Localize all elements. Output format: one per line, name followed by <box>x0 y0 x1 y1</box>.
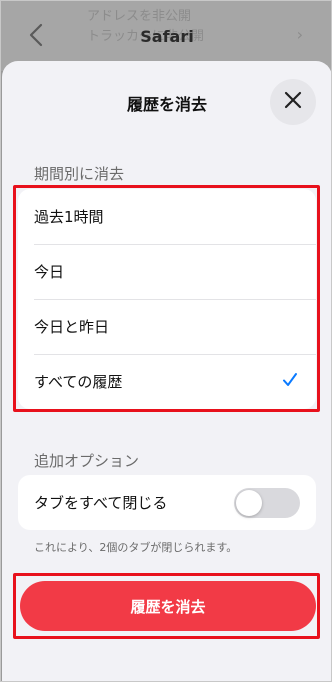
period-options-list: 過去1時間 今日 今日と昨日 すべての履歴 <box>18 189 316 409</box>
close-tabs-toggle[interactable] <box>234 488 300 518</box>
option-label: 今日と昨日 <box>34 318 110 336</box>
background-page-title: Safari <box>140 27 194 46</box>
close-button[interactable] <box>270 79 316 125</box>
options-section-label: 追加オプション <box>34 452 140 470</box>
checkmark-icon <box>282 372 298 392</box>
screen: アドレスを非公開 トラッカーに非公開 Safari › 履歴を消去 期間別に消去… <box>0 0 332 682</box>
close-tabs-label: タブをすべて閉じる <box>34 494 168 512</box>
clear-history-sheet: 履歴を消去 期間別に消去 過去1時間 今日 今日と昨日 すべての履歴 追加オプシ… <box>2 61 331 681</box>
option-past-hour[interactable]: 過去1時間 <box>18 189 316 244</box>
option-all-history[interactable]: すべての履歴 <box>18 354 316 409</box>
option-label: すべての履歴 <box>34 373 123 391</box>
option-label: 過去1時間 <box>34 208 104 226</box>
option-label: 今日 <box>34 263 65 281</box>
option-today-and-yesterday[interactable]: 今日と昨日 <box>18 299 316 354</box>
clear-history-button[interactable]: 履歴を消去 <box>20 581 316 631</box>
option-today[interactable]: 今日 <box>18 244 316 299</box>
close-tabs-setting: タブをすべて閉じる <box>18 475 316 530</box>
close-tabs-row: タブをすべて閉じる <box>18 475 316 530</box>
tabs-close-note: これにより、2個のタブが閉じられます。 <box>34 541 238 554</box>
chevron-right-icon: › <box>296 25 303 44</box>
close-icon <box>284 91 302 113</box>
toggle-knob <box>236 490 262 516</box>
period-section-label: 期間別に消去 <box>34 165 125 183</box>
